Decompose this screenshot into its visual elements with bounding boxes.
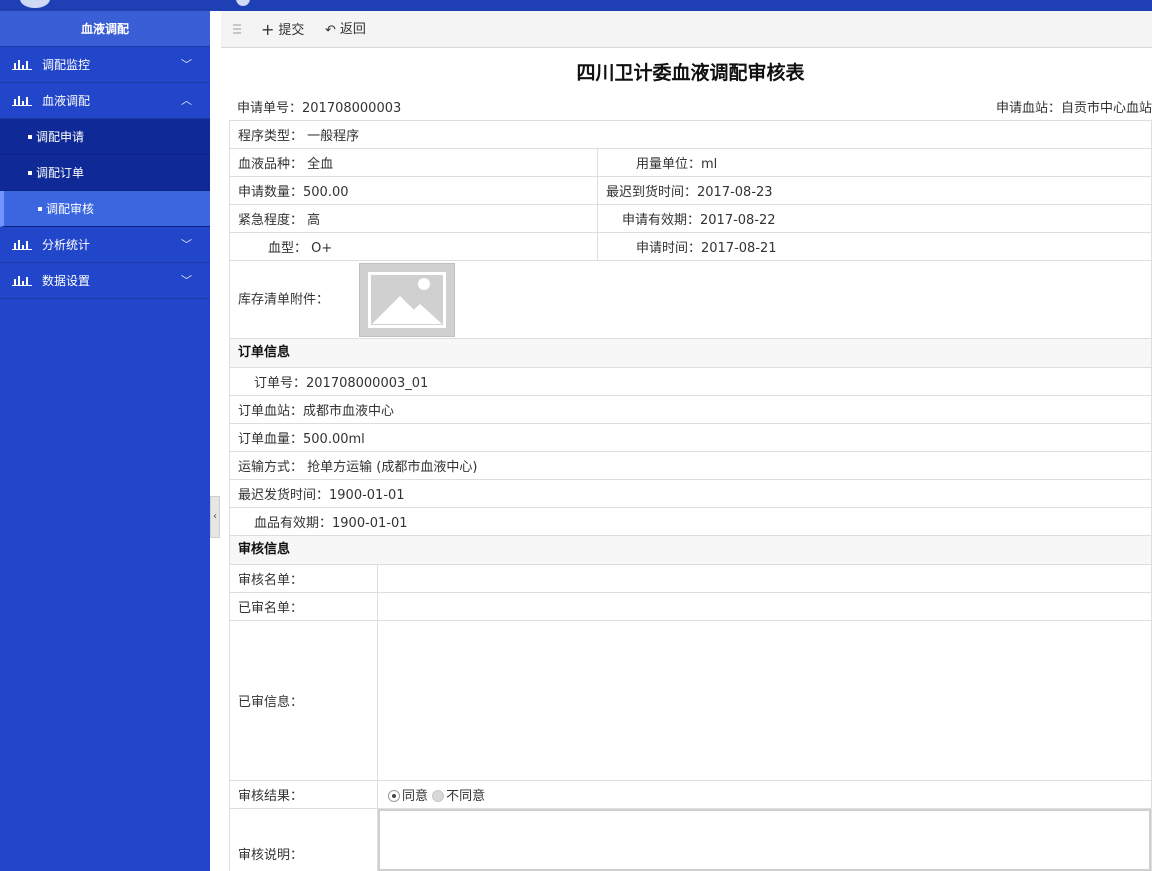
sidebar-item-data-settings[interactable]: 数据设置 ﹀ <box>0 263 210 299</box>
drag-grip-icon <box>233 24 241 36</box>
apply-time-cell: 申请时间：2017-08-21 <box>597 232 1152 261</box>
page-title: 四川卫计委血液调配审核表 <box>576 62 805 84</box>
bullet-icon <box>28 135 32 139</box>
chevron-down-icon: ﹀ <box>181 58 192 71</box>
unit-cell: 用量单位：ml <box>597 148 1152 177</box>
sidebar-subitem-order[interactable]: 调配订单 <box>0 155 210 191</box>
attachment-cell: 库存清单附件： <box>229 260 1152 339</box>
reviewed-info-label: 已审信息： <box>229 620 378 781</box>
bar-chart-icon <box>12 239 32 250</box>
sidebar-subitem-label: 调配审核 <box>46 202 95 216</box>
result-label: 审核结果： <box>229 780 378 809</box>
urgency-cell: 紧急程度： 高 <box>229 204 598 233</box>
reviewed-list-label: 已审名单： <box>229 592 378 621</box>
image-placeholder-icon[interactable] <box>359 262 456 337</box>
bar-chart-icon <box>12 59 32 70</box>
submit-button[interactable]: + 提交 <box>261 11 304 49</box>
sidebar-item-blood-allocation[interactable]: 血液调配 ︿ <box>0 83 210 119</box>
note-cell <box>377 808 1152 871</box>
apply-station-field: 申请血站：自贡市中心血站 <box>995 101 1152 116</box>
review-info-table: 审核名单： 已审名单： 已审信息： 审核结果： 同意 不同意 审核说明： <box>229 564 1152 871</box>
blood-variety-cell: 血液品种： 全血 <box>229 148 598 177</box>
sidebar-item-label: 数据设置 <box>42 274 91 288</box>
latest-arrival-cell: 最迟到货时间：2017-08-23 <box>597 176 1152 205</box>
radio-agree[interactable]: 同意 <box>386 789 428 804</box>
sidebar-item-label: 分析统计 <box>42 238 91 252</box>
radio-disagree[interactable]: 不同意 <box>432 789 485 804</box>
order-volume-cell: 订单血量：500.00ml <box>229 423 1152 452</box>
sidebar-subitem-apply[interactable]: 调配申请 <box>0 119 210 155</box>
transport-cell: 运输方式： 抢单方运输 (成都市血液中心) <box>229 451 1152 480</box>
order-info-heading: 订单信息 <box>229 339 1152 367</box>
undo-arrow-icon: ↶ <box>325 23 336 38</box>
logo-icon <box>20 0 50 8</box>
order-info-table: 订单号：201708000003_01 订单血站：成都市血液中心 订单血量：50… <box>229 367 1152 536</box>
bar-chart-icon <box>12 95 32 106</box>
review-info-heading: 审核信息 <box>229 536 1152 564</box>
chevron-down-icon: ﹀ <box>181 238 192 251</box>
apply-qty-cell: 申请数量：500.00 <box>229 176 598 205</box>
application-info-table: 程序类型： 一般程序 血液品种： 全血 用量单位：ml 申请数量：500.00 … <box>229 120 1152 339</box>
radio-unchecked-icon <box>432 790 445 802</box>
review-note-textarea[interactable] <box>378 809 1151 871</box>
bullet-icon <box>38 207 42 211</box>
radio-checked-icon <box>388 790 400 802</box>
sidebar-item-label: 调配监控 <box>42 58 91 72</box>
result-options: 同意 不同意 <box>377 780 1152 809</box>
sidebar-item-statistics[interactable]: 分析统计 ﹀ <box>0 227 210 263</box>
reviewer-list-label: 审核名单： <box>229 564 378 593</box>
apply-no-field: 申请单号：201708000003 <box>237 101 402 116</box>
reviewer-list-value <box>377 564 1152 593</box>
toolbar: + 提交 ↶ 返回 <box>221 11 1152 48</box>
back-button[interactable]: ↶ 返回 <box>325 11 366 49</box>
reviewed-info-value <box>377 620 1152 781</box>
form-header-row: 申请单号：201708000003 申请血站：自贡市中心血站 <box>229 98 1152 120</box>
chevron-up-icon: ︿ <box>181 94 192 107</box>
sidebar-subitem-label: 调配订单 <box>36 166 85 180</box>
sidebar-subitem-review[interactable]: 调配审核 <box>0 191 210 227</box>
procedure-type-cell: 程序类型： 一般程序 <box>229 120 1152 149</box>
sidebar-subitem-label: 调配申请 <box>36 130 85 144</box>
sidebar-item-label: 血液调配 <box>42 94 91 108</box>
note-label: 审核说明： <box>229 808 378 871</box>
review-form: 四川卫计委血液调配审核表 申请单号：201708000003 申请血站：自贡市中… <box>229 48 1152 871</box>
latest-ship-cell: 最迟发货时间：1900-01-01 <box>229 479 1152 508</box>
bullet-icon <box>28 171 32 175</box>
top-header-bar <box>0 0 1152 11</box>
plus-icon: + <box>261 20 275 39</box>
sidebar: 血液调配 调配监控 ﹀ 血液调配 ︿ 调配申请 调配订单 调配审核 分析统计 ﹀… <box>0 11 210 871</box>
validity-cell: 申请有效期：2017-08-22 <box>597 204 1152 233</box>
order-no-cell: 订单号：201708000003_01 <box>229 367 1152 396</box>
order-station-cell: 订单血站：成都市血液中心 <box>229 395 1152 424</box>
product-validity-cell: 血品有效期：1900-01-01 <box>229 507 1152 536</box>
sidebar-title: 血液调配 <box>0 11 210 47</box>
bar-chart-icon <box>12 275 32 286</box>
sidebar-collapse-handle[interactable]: ‹ <box>210 496 220 538</box>
sidebar-item-monitor[interactable]: 调配监控 ﹀ <box>0 47 210 83</box>
user-icon[interactable] <box>236 0 250 6</box>
chevron-down-icon: ﹀ <box>181 274 192 287</box>
blood-type-cell: 血型： O+ <box>229 232 598 261</box>
reviewed-list-value <box>377 592 1152 621</box>
